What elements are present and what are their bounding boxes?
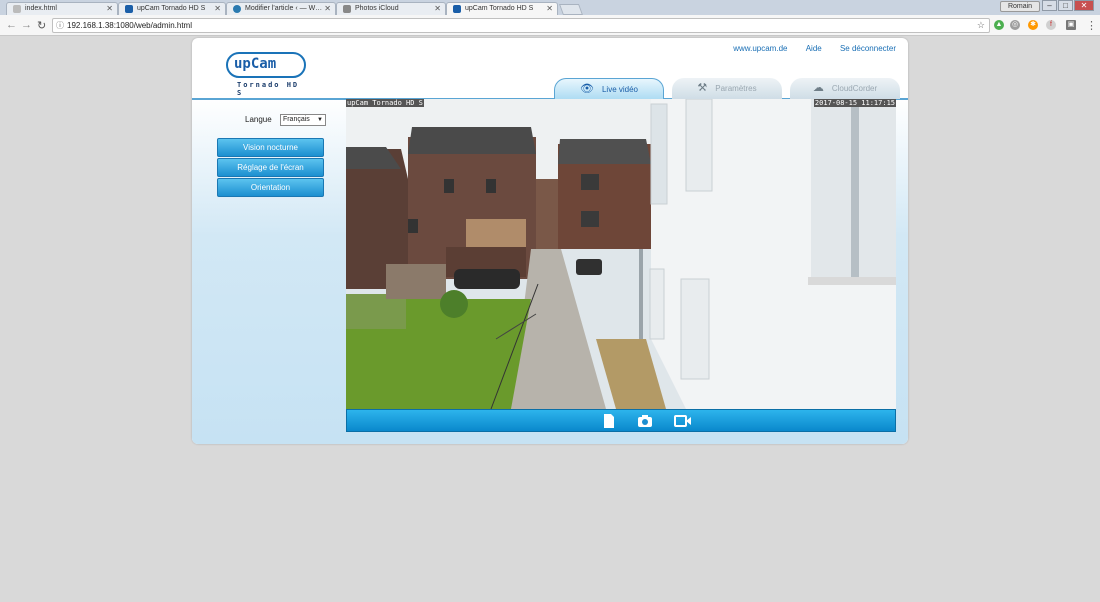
tools-icon: ⚒	[697, 82, 708, 95]
extension-icon[interactable]: ▲	[994, 20, 1004, 30]
tab-settings[interactable]: ⚒ Paramètres	[672, 78, 782, 99]
apple-icon	[343, 5, 351, 13]
maximize-button[interactable]: □	[1058, 0, 1073, 11]
bookmark-star-icon[interactable]: ☆	[977, 19, 985, 32]
tab-cloudcorder[interactable]: ☁ CloudCorder	[790, 78, 900, 99]
language-value: Français	[282, 116, 310, 123]
minimize-button[interactable]: –	[1042, 0, 1057, 11]
help-link[interactable]: Aide	[806, 44, 822, 53]
video-control-bar	[346, 409, 896, 432]
menu-icon[interactable]: ⋮	[1086, 19, 1097, 32]
language-label: Langue	[245, 115, 272, 125]
screen-settings-button[interactable]: Réglage de l'écran	[217, 158, 324, 177]
extension-icon[interactable]: ✱	[1028, 20, 1038, 30]
browser-tab[interactable]: Modifier l'article ‹ — W… ✕	[226, 2, 336, 15]
dropdown-arrow-icon: ▼	[316, 117, 323, 123]
browser-tab[interactable]: upCam Tornado HD S ✕	[118, 2, 226, 15]
cloud-recorder-icon: ☁	[812, 82, 824, 95]
close-icon[interactable]: ✕	[324, 4, 331, 13]
eye-icon: 👁	[580, 83, 594, 96]
extension-icon[interactable]: ▣	[1066, 20, 1076, 30]
url-text: 192.168.1.38:1080/web/admin.html	[67, 21, 192, 30]
new-tab-button[interactable]	[558, 4, 584, 15]
close-icon[interactable]: ✕	[546, 4, 553, 13]
logo-subtitle: Tornado HD S	[237, 81, 300, 97]
tab-title: Modifier l'article ‹ — W…	[245, 5, 323, 12]
camera-icon[interactable]	[637, 414, 653, 431]
close-icon[interactable]: ✕	[106, 4, 113, 13]
browser-tab-bar: index.html ✕ upCam Tornado HD S ✕ Modifi…	[0, 0, 1100, 15]
forward-icon[interactable]: →	[21, 19, 32, 31]
upcam-logo[interactable]: upCam Tornado HD S	[226, 52, 306, 97]
url-input[interactable]: ⓘ 192.168.1.38:1080/web/admin.html ☆	[52, 18, 990, 33]
upcam-icon	[125, 5, 133, 13]
video-frame	[346, 99, 896, 409]
upcam-icon	[453, 5, 461, 13]
tab-title: upCam Tornado HD S	[465, 5, 534, 12]
upcam-website-link[interactable]: www.upcam.de	[733, 44, 787, 53]
close-window-button[interactable]: ✕	[1074, 0, 1094, 11]
close-icon[interactable]: ✕	[214, 4, 221, 13]
browser-tab[interactable]: Photos iCloud ✕	[336, 2, 446, 15]
language-row: Langue Français ▼	[245, 114, 326, 126]
osd-timestamp: 2017-08-15 11:17:15	[813, 99, 896, 107]
orientation-button[interactable]: Orientation	[217, 178, 324, 197]
wordpress-icon	[233, 5, 241, 13]
night-vision-button[interactable]: Vision nocturne	[217, 138, 324, 157]
language-select[interactable]: Français ▼	[279, 114, 326, 126]
tab-live-video[interactable]: 👁 Live vidéo	[554, 78, 664, 99]
tab-title: index.html	[25, 5, 57, 12]
profile-button[interactable]: Romain	[1000, 1, 1040, 12]
tab-title: Photos iCloud	[355, 5, 399, 12]
tab-label: CloudCorder	[831, 84, 878, 93]
live-video-feed[interactable]: upCam Tornado HD S 2017-08-15 11:17:15	[346, 99, 896, 409]
close-icon[interactable]: ✕	[434, 4, 441, 13]
tab-label: Paramètres	[715, 84, 757, 93]
logout-link[interactable]: Se déconnecter	[840, 44, 896, 53]
camera-admin-panel: upCam Tornado HD S www.upcam.de Aide Se …	[192, 38, 908, 444]
top-links: www.upcam.de Aide Se déconnecter	[717, 44, 896, 53]
tab-label: Live vidéo	[601, 85, 638, 94]
page-icon	[13, 5, 21, 13]
reload-icon[interactable]: ↻	[37, 19, 46, 32]
osd-title: upCam Tornado HD S	[346, 99, 424, 107]
address-toolbar: ← → ↻ ⓘ 192.168.1.38:1080/web/admin.html…	[0, 15, 1100, 36]
browser-tab[interactable]: index.html ✕	[6, 2, 118, 15]
tab-title: upCam Tornado HD S	[137, 5, 206, 12]
info-icon[interactable]: ⓘ	[56, 19, 64, 32]
extension-icon[interactable]: f	[1046, 20, 1056, 30]
file-icon[interactable]	[603, 414, 615, 431]
browser-tab-active[interactable]: upCam Tornado HD S ✕	[446, 2, 558, 15]
video-camera-icon[interactable]	[674, 414, 692, 431]
back-icon[interactable]: ←	[6, 19, 17, 31]
logo-text: upCam	[234, 56, 277, 72]
extension-icon[interactable]: ◎	[1010, 20, 1020, 30]
